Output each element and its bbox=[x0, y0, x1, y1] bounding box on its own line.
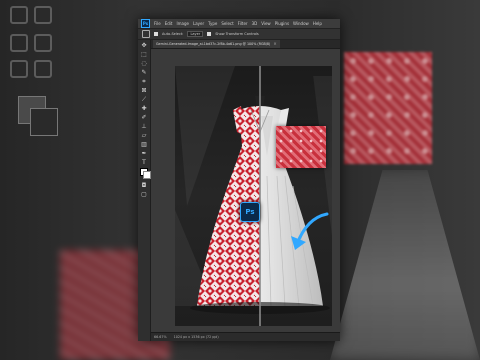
document-tab-title: Gemini-Generated-Image_ai-1bd37c-2f8b-4a… bbox=[156, 42, 271, 46]
eraser-tool-icon[interactable]: ▱ bbox=[140, 132, 148, 140]
document-tab[interactable]: Gemini-Generated-Image_ai-1bd37c-2f8b-4a… bbox=[153, 40, 280, 48]
before-after-divider[interactable] bbox=[259, 66, 261, 326]
menu-select[interactable]: Select bbox=[221, 21, 233, 26]
zoom-level[interactable]: 66.67% bbox=[154, 335, 167, 339]
gradient-tool-icon[interactable]: ▥ bbox=[140, 141, 148, 149]
brush-tool-icon[interactable]: ✐ bbox=[140, 114, 148, 122]
menu-view[interactable]: View bbox=[261, 21, 271, 26]
blurred-swatch bbox=[30, 108, 58, 136]
document-tab-bar: Gemini-Generated-Image_ai-1bd37c-2f8b-4a… bbox=[151, 40, 340, 49]
status-bar: 66.67% 1024 px x 1536 px (72 ppi) bbox=[151, 332, 340, 341]
document-canvas[interactable] bbox=[175, 66, 332, 326]
crop-tool-icon[interactable]: ⌗ bbox=[140, 78, 148, 86]
frame-tool-icon[interactable]: ⊠ bbox=[140, 87, 148, 95]
close-tab-icon[interactable]: × bbox=[273, 41, 276, 46]
type-tool-icon[interactable]: T bbox=[140, 159, 148, 167]
menu-plugins[interactable]: Plugins bbox=[275, 21, 289, 26]
gown-illustration bbox=[190, 96, 330, 314]
eyedropper-tool-icon[interactable]: ⟋ bbox=[140, 96, 148, 104]
auto-select-label: Auto-Select: bbox=[162, 32, 184, 36]
quick-mask-icon[interactable]: ◘ bbox=[140, 182, 148, 190]
healing-brush-tool-icon[interactable]: ✚ bbox=[140, 105, 148, 113]
move-tool-icon[interactable]: ✥ bbox=[140, 42, 148, 50]
menu-help[interactable]: Help bbox=[313, 21, 322, 26]
quick-select-tool-icon[interactable]: ✎ bbox=[140, 69, 148, 77]
pen-tool-icon[interactable]: ✒ bbox=[140, 150, 148, 158]
menu-image[interactable]: Image bbox=[176, 21, 189, 26]
marquee-tool-icon[interactable]: ⬚ bbox=[140, 51, 148, 59]
document-info: 1024 px x 1536 px (72 ppi) bbox=[173, 335, 219, 339]
menu-filter[interactable]: Filter bbox=[238, 21, 248, 26]
clone-stamp-tool-icon[interactable]: ⊥ bbox=[140, 123, 148, 131]
photoshop-logo: Ps bbox=[141, 19, 150, 28]
tools-panel: ✥ ⬚ ◌ ✎ ⌗ ⊠ ⟋ ✚ ✐ ⊥ ▱ ▥ ✒ T ◘ ▢ bbox=[138, 40, 151, 341]
screen-mode-icon[interactable]: ▢ bbox=[140, 191, 148, 199]
auto-select-checkbox[interactable] bbox=[154, 32, 158, 36]
move-tool-icon[interactable] bbox=[142, 30, 150, 38]
menu-file[interactable]: File bbox=[154, 21, 161, 26]
blurred-gown bbox=[330, 170, 480, 360]
menu-layer[interactable]: Layer bbox=[193, 21, 204, 26]
blurred-pattern bbox=[344, 52, 432, 164]
menu-window[interactable]: Window bbox=[293, 21, 309, 26]
show-transform-checkbox[interactable] bbox=[207, 32, 212, 36]
auto-select-dropdown[interactable]: Layer bbox=[187, 31, 204, 37]
options-bar: Auto-Select: Layer Show Transform Contro… bbox=[138, 28, 340, 40]
menu-bar: Ps File Edit Image Layer Type Select Fil… bbox=[138, 19, 340, 28]
photoshop-window: Ps File Edit Image Layer Type Select Fil… bbox=[138, 19, 340, 341]
canvas-area[interactable] bbox=[151, 49, 340, 333]
background-color-swatch[interactable] bbox=[143, 171, 151, 179]
show-transform-label: Show Transform Controls bbox=[215, 32, 259, 36]
pattern-swatch bbox=[276, 126, 326, 168]
lasso-tool-icon[interactable]: ◌ bbox=[140, 60, 148, 68]
menu-3d[interactable]: 3D bbox=[252, 21, 258, 26]
menu-type[interactable]: Type bbox=[208, 21, 217, 26]
menu-edit[interactable]: Edit bbox=[165, 21, 173, 26]
photoshop-badge-icon: Ps bbox=[240, 202, 260, 222]
